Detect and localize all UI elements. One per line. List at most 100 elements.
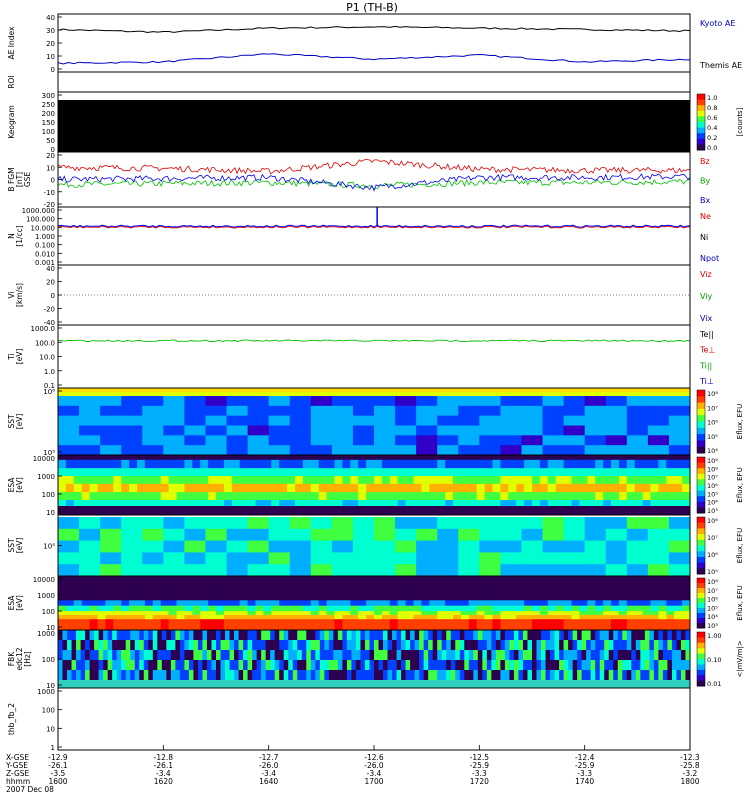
spectrogram-cell: [595, 500, 604, 507]
spectrogram-cell: [318, 476, 328, 485]
spectrogram-cell: [374, 455, 383, 461]
spectrogram-cell: [572, 630, 578, 641]
spectrogram-cell: [226, 540, 249, 553]
colorbar-segment: [697, 479, 705, 486]
spectrogram-cell: [634, 483, 644, 493]
spectrogram-cell: [603, 619, 612, 631]
spectrogram-cell: [571, 576, 580, 601]
spectrogram-cell: [563, 415, 586, 426]
spectrogram-cell: [468, 600, 478, 607]
spectrogram-cell: [647, 435, 670, 446]
spectrogram-cell: [613, 650, 619, 661]
spectrogram-cell: [536, 640, 542, 651]
spectrogram-cell: [477, 660, 483, 671]
spectrogram-cell: [460, 576, 470, 601]
spectrogram-cell: [247, 650, 253, 661]
spectrogram-cell: [642, 506, 651, 516]
spectrogram-cell: [416, 445, 438, 456]
spectrogram-cell: [389, 476, 399, 485]
spectrogram-cell: [579, 605, 588, 612]
spectrogram-cell: [144, 492, 154, 501]
spectrogram-cell: [668, 435, 691, 446]
spectrogram-cell: [458, 552, 480, 565]
spectrogram-cell: [369, 660, 375, 671]
spectrogram-cell: [644, 660, 650, 671]
spectrogram-cell: [231, 600, 241, 607]
spectrogram-cell: [468, 500, 478, 507]
spectrogram-cell: [176, 468, 185, 477]
spectrogram-cell: [571, 468, 580, 477]
spectrogram-cell: [579, 506, 588, 516]
spectrogram-cell: [197, 640, 203, 651]
spectrogram-cell: [618, 483, 628, 493]
spectrogram-cell: [310, 396, 333, 407]
spectrogram-cell: [175, 630, 181, 641]
spectrogram-cell: [647, 540, 670, 553]
legend-Te||: Te||: [699, 330, 714, 339]
spectrogram-cell: [374, 492, 383, 501]
spectrogram-cell: [495, 630, 501, 641]
spectrogram-cell: [458, 528, 480, 542]
spectrogram-cell: [595, 600, 604, 607]
spectrogram-cell: [121, 552, 143, 565]
spectrogram-cell: [184, 425, 206, 436]
spectrogram-cell: [295, 619, 304, 631]
spectrogram-cell: [587, 614, 596, 620]
spectrogram-cell: [405, 614, 414, 620]
spectrogram-cell: [618, 619, 628, 631]
spectrogram-cell: [550, 660, 555, 671]
spectrogram-cell: [139, 670, 145, 681]
spectrogram-cell: [605, 564, 628, 577]
spectrogram-cell: [143, 630, 149, 641]
spectrogram-cell: [326, 619, 335, 631]
spectrogram-cell: [445, 455, 454, 461]
spectrogram-cell: [148, 630, 154, 641]
spectrogram-cell: [532, 492, 541, 501]
spectrogram-cell: [355, 650, 361, 661]
spectrogram-cell: [160, 506, 170, 516]
spectrogram-cell: [603, 455, 612, 461]
spectrogram-cell: [205, 396, 228, 407]
spectrogram-cell: [350, 506, 359, 516]
spectrogram-cell: [121, 630, 127, 641]
spectrogram-cell: [599, 640, 605, 651]
spectrogram-cell: [121, 517, 143, 530]
spectrogram-cell: [121, 483, 130, 493]
spectrogram-cell: [518, 650, 524, 661]
spectrogram-cell: [445, 500, 454, 507]
spectrogram-cell: [432, 640, 438, 651]
spectrogram-cell: [163, 445, 185, 456]
spectrogram-cell: [76, 640, 81, 651]
spectrogram-cell: [387, 640, 393, 651]
spectrogram-cell: [421, 600, 430, 607]
colorbar-segment: [697, 637, 705, 644]
spectrogram-cell: [121, 445, 143, 456]
spectrogram-cell: [476, 611, 486, 616]
spectrogram-cell: [536, 670, 542, 681]
spectrogram-cell: [631, 640, 637, 651]
spectrogram-cell: [518, 670, 524, 681]
spectrogram-cell: [563, 576, 572, 601]
spectrogram-cell: [268, 564, 291, 577]
spectrogram-cell: [468, 660, 474, 671]
spectrogram-cell: [310, 552, 333, 565]
spectrogram-cell: [413, 576, 422, 601]
spectrogram-cell: [271, 611, 280, 616]
spectrogram-cell: [381, 459, 391, 469]
spectrogram-cell: [163, 564, 185, 577]
spectrogram-cell: [216, 459, 225, 469]
spectrogram-cell: [419, 670, 424, 681]
spectrogram-cell: [473, 670, 479, 681]
spectrogram-cell: [192, 506, 201, 516]
spectrogram-cell: [405, 640, 411, 651]
spectrogram-cell: [216, 614, 225, 620]
spectrogram-cell: [666, 619, 675, 631]
spectrogram-cell: [310, 468, 320, 477]
spectrogram-cell: [428, 670, 433, 681]
spectrogram-cell: [421, 459, 430, 469]
colorbar-segment: [697, 94, 705, 101]
spectrogram-cell: [563, 670, 569, 681]
spectrogram-cell: [208, 506, 217, 516]
spectrogram-cell: [428, 640, 433, 651]
spectrogram-cell: [541, 650, 546, 661]
